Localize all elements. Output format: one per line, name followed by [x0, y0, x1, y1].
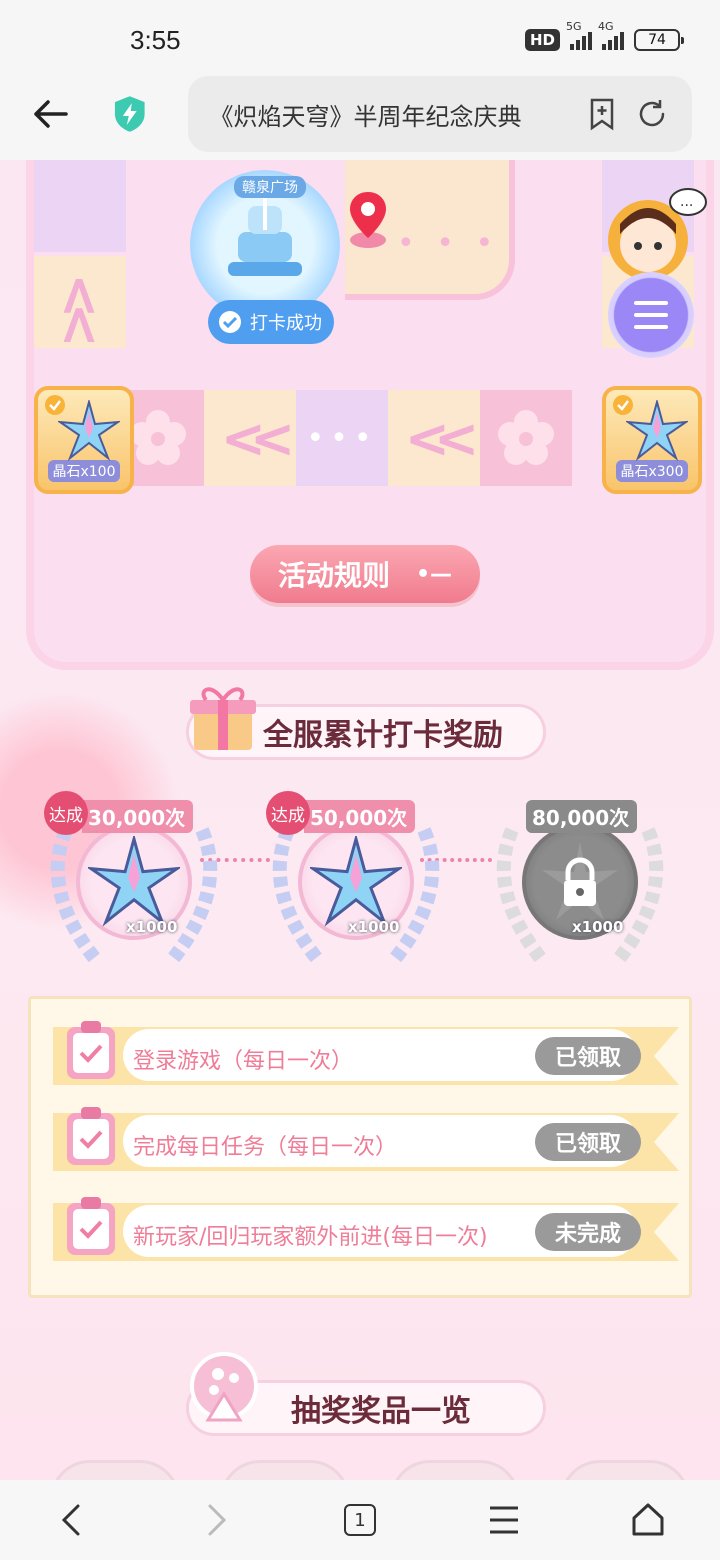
browser-nav-bar: 1 — [0, 1480, 720, 1560]
character-avatar-icon[interactable]: ... — [596, 184, 708, 284]
address-bar[interactable]: 《炽焰天穹》半周年纪念庆典 — [187, 76, 692, 152]
hd-voice-icon: HD — [524, 29, 560, 51]
prize-item[interactable] — [220, 1460, 350, 1480]
milestone-80000[interactable]: x1000 80,000次 — [482, 799, 678, 970]
chevron-left-tile-icon: << — [404, 406, 479, 470]
back-arrow-icon[interactable] — [28, 92, 72, 136]
gift-icon — [190, 687, 256, 750]
task-daily-missions: 完成每日任务（每日一次） 已领取 — [53, 1105, 679, 1177]
signal-5g-icon: 5G — [566, 20, 592, 50]
nav-menu-button[interactable] — [474, 1490, 534, 1550]
crystal-gem-icon — [626, 400, 688, 462]
task-label: 新玩家/回归玩家额外前进(每日一次) — [133, 1225, 488, 1250]
home-icon — [632, 1503, 664, 1536]
nav-forward-button[interactable] — [186, 1490, 246, 1550]
clipboard-check-icon — [67, 1197, 115, 1255]
prize-item[interactable] — [390, 1460, 520, 1480]
arrow-right-icon: •— — [415, 561, 453, 587]
crystal-gem-icon — [58, 400, 120, 462]
event-page: << • • • << ••• << 晶石x100 晶石x300 赣泉广场 打卡… — [0, 160, 720, 1480]
tab-count-icon: 1 — [344, 1504, 376, 1536]
shield-lightning-icon[interactable] — [110, 94, 150, 134]
section-title-text: 全服累计打卡奖励 — [263, 718, 503, 753]
lottery-machine-icon — [190, 1352, 258, 1422]
menu-line — [634, 301, 668, 305]
reward-tile-left[interactable]: 晶石x100 — [34, 386, 134, 494]
activity-rules-label: 活动规则 — [277, 559, 390, 592]
status-icons: HD 5G 4G 74 — [524, 20, 684, 51]
milestone-tag: 达成 30,000次 — [44, 791, 194, 835]
refresh-icon[interactable] — [634, 96, 670, 132]
milestone-tag: 80,000次 — [526, 799, 638, 833]
check-circle-icon — [219, 311, 241, 333]
browser-toolbar: 《炽焰天穹》半周年纪念庆典 — [0, 68, 720, 160]
reward-tile-right[interactable]: 晶石x300 — [602, 386, 702, 494]
flower-tile-icon — [130, 410, 186, 465]
reward-label: 晶石x300 — [616, 460, 688, 482]
menu-line — [634, 313, 668, 317]
board-left-column: << — [34, 160, 126, 390]
task-status-button[interactable]: 已领取 — [535, 1037, 641, 1075]
chevron-right-icon — [208, 1504, 227, 1536]
checkin-success-text: 打卡成功 — [250, 313, 322, 334]
reward-label: 晶石x100 — [48, 460, 120, 482]
clock: 3:55 — [130, 24, 181, 55]
clipboard-check-icon — [67, 1107, 115, 1165]
lock-icon — [542, 842, 618, 920]
prize-item[interactable] — [50, 1460, 180, 1480]
menu-line — [634, 325, 668, 329]
fountain-label: 赣泉广场 — [234, 176, 306, 198]
milestone-count: 80,000次 — [526, 799, 638, 833]
checkin-success-badge: 打卡成功 — [208, 300, 334, 344]
crystal-gem-icon — [310, 836, 402, 927]
task-label: 完成每日任务（每日一次） — [133, 1135, 398, 1160]
board-track-row: << ••• << — [112, 390, 572, 486]
nav-back-button[interactable] — [42, 1490, 102, 1550]
clipboard-check-icon — [67, 1021, 115, 1079]
hamburger-menu-icon — [490, 1506, 518, 1534]
daily-tasks-panel: 登录游戏（每日一次） 已领取 完成每日任务（每日一次） 已领取 新玩家/回归玩家… — [28, 996, 692, 1298]
bookmark-add-icon[interactable] — [584, 96, 620, 132]
menu-button[interactable] — [608, 272, 694, 358]
crystal-gem-icon — [88, 836, 180, 927]
prize-item[interactable] — [560, 1460, 690, 1480]
milestone-count: 30,000次 — [82, 799, 194, 833]
tabs-button[interactable]: 1 — [330, 1490, 390, 1550]
task-status-button[interactable]: 已领取 — [535, 1123, 641, 1161]
reached-badge: 达成 — [266, 791, 310, 835]
task-status-button[interactable]: 未完成 — [535, 1213, 641, 1251]
chevron-left-icon — [61, 1504, 80, 1536]
task-login: 登录游戏（每日一次） 已领取 — [53, 1019, 679, 1091]
milestone-30000[interactable]: x1000 达成 30,000次 — [36, 791, 232, 970]
battery-icon: 74 — [634, 29, 684, 51]
section-title-text: 抽奖奖品一览 — [291, 1394, 471, 1429]
flower-tile-icon — [498, 410, 554, 465]
signal-4g-icon: 4G — [598, 20, 624, 50]
chevron-left-tile-icon: << — [220, 406, 295, 470]
task-new-returning-player: 新玩家/回归玩家额外前进(每日一次) 未完成 — [53, 1195, 679, 1267]
reward-quantity: x1000 — [348, 918, 400, 936]
milestone-count: 50,000次 — [304, 799, 416, 833]
milestone-50000[interactable]: x1000 达成 50,000次 — [258, 791, 454, 970]
dots-tile-icon: ••• — [306, 420, 378, 456]
home-button[interactable] — [618, 1490, 678, 1550]
location-pin-icon — [350, 192, 386, 248]
page-title: 《炽焰天穹》半周年纪念庆典 — [209, 102, 522, 131]
milestone-tag: 达成 50,000次 — [266, 791, 416, 835]
reward-quantity: x1000 — [126, 918, 178, 936]
reward-quantity: x1000 — [572, 918, 624, 936]
task-label: 登录游戏（每日一次） — [133, 1049, 354, 1074]
svg-text:...: ... — [680, 194, 693, 210]
activity-rules-button[interactable]: 活动规则 •— — [250, 545, 480, 603]
reached-badge: 达成 — [44, 791, 88, 835]
